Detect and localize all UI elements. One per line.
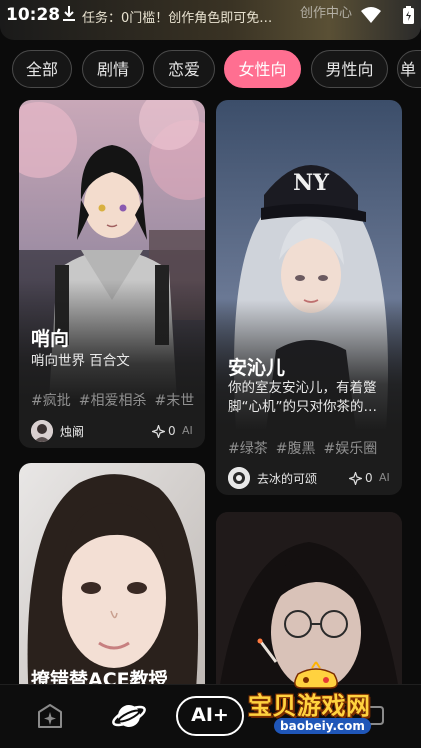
sparkle-home-icon[interactable] — [36, 703, 64, 731]
avatar — [31, 420, 53, 442]
card-tags: #疯批 #相爱相杀 #末世 — [31, 390, 202, 410]
tab-romance[interactable]: 恋爱 — [153, 50, 215, 88]
card-description: 哨向世界 百合文 — [31, 353, 130, 369]
author-name: 烛阚 — [60, 424, 85, 439]
sparkle-icon — [152, 424, 165, 438]
character-card[interactable]: 撩错替ACE教授后… — [19, 463, 205, 703]
tag[interactable]: #娱乐圈 — [323, 441, 377, 457]
card-tags: #绿茶 #腹黑 #娱乐圈 — [228, 438, 385, 458]
tab-male-oriented[interactable]: 男性向 — [311, 50, 388, 88]
tag[interactable]: #相爱相杀 — [79, 393, 147, 409]
character-card[interactable]: 哨向 哨向世界 百合文 #疯批 #相爱相杀 #末世 烛阚 0 AI — [19, 100, 205, 448]
avatar — [228, 467, 250, 489]
like-count[interactable]: 0 — [152, 424, 176, 438]
notification-text[interactable]: 任务：0门槛！创作角色即可免… — [82, 7, 322, 26]
sparkle-icon — [349, 471, 362, 485]
category-tabs: 全部 剧情 恋爱 女性向 男性向 单 — [0, 50, 421, 90]
character-card[interactable]: NY 安沁儿 你的室友安沁儿，有着蹩脚“心机”的只对你茶的… #绿茶 #腹黑 #娱乐… — [216, 100, 402, 495]
status-time: 10:28 — [6, 5, 61, 25]
ai-plus-button[interactable]: AI+ — [176, 696, 244, 736]
watermark-text: 宝贝游戏网 — [248, 692, 371, 720]
ai-badge: AI — [182, 424, 193, 437]
tab-more[interactable]: 单 — [397, 50, 421, 88]
like-count-value: 0 — [365, 471, 373, 485]
app-screen: 10:28 任务：0门槛！创作角色即可免… 创作中心 全部 剧情 恋爱 女性向 … — [0, 0, 421, 748]
creator-center-text: 创作中心 — [300, 6, 353, 21]
watermark: 宝贝游戏网 baobeiy.com — [244, 660, 394, 740]
status-bar: 10:28 任务：0门槛！创作角色即可免… 创作中心 — [0, 0, 421, 40]
wifi-icon — [361, 7, 381, 23]
tag[interactable]: #腹黑 — [276, 441, 316, 457]
planet-icon[interactable] — [112, 699, 146, 733]
like-count[interactable]: 0 — [349, 471, 373, 485]
tab-all[interactable]: 全部 — [12, 50, 72, 88]
like-count-value: 0 — [168, 424, 176, 438]
battery-icon — [403, 6, 414, 24]
tag[interactable]: #疯批 — [31, 393, 71, 409]
download-icon — [63, 6, 75, 21]
card-author[interactable]: 去冰的可颂 — [228, 467, 317, 489]
card-title: 安沁儿 — [228, 357, 286, 379]
ai-badge: AI — [379, 471, 390, 484]
card-author[interactable]: 烛阚 — [31, 420, 84, 442]
tab-story[interactable]: 剧情 — [82, 50, 144, 88]
card-title: 哨向 — [31, 328, 70, 350]
tab-female-oriented[interactable]: 女性向 — [224, 50, 301, 88]
svg-text:NY: NY — [293, 170, 329, 196]
watermark-url: baobeiy.com — [274, 718, 371, 734]
author-name: 去冰的可颂 — [257, 471, 318, 486]
card-description: 你的室友安沁儿，有着蹩脚“心机”的只对你茶的… — [228, 380, 377, 415]
tag[interactable]: #末世 — [154, 393, 194, 409]
tag[interactable]: #绿茶 — [228, 441, 268, 457]
